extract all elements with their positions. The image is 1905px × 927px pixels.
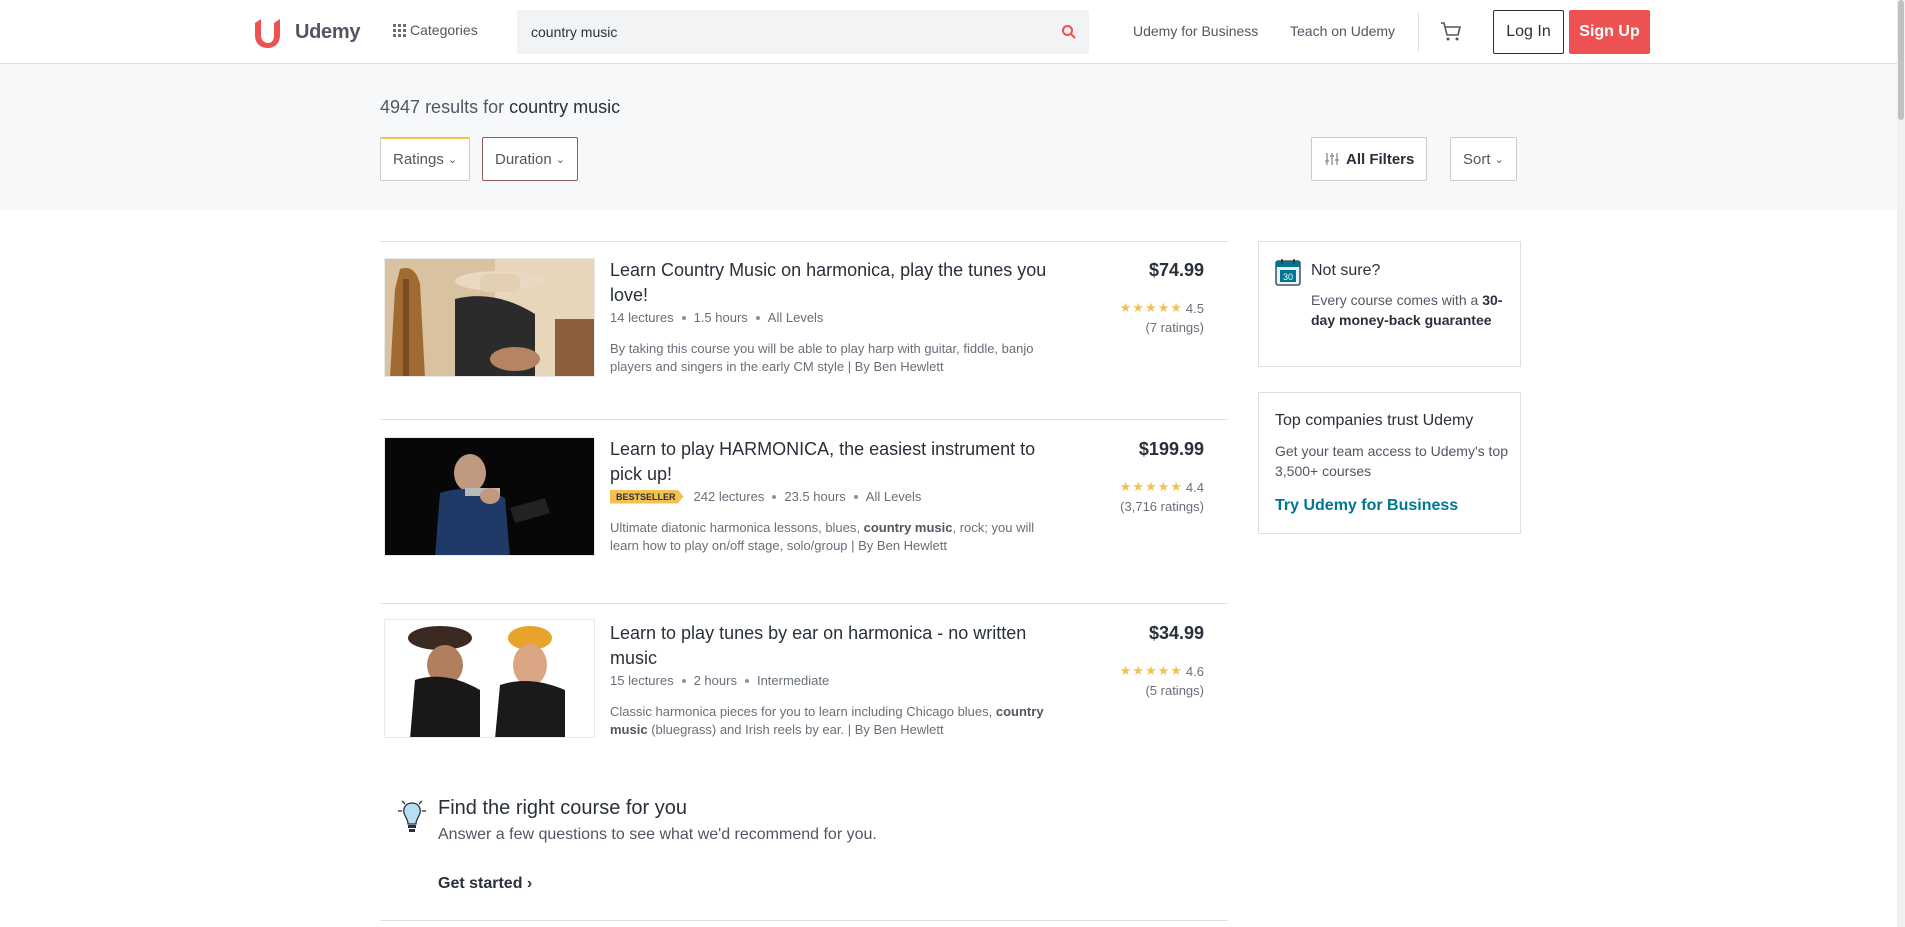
course-meta: 15 lectures 2 hours Intermediate <box>610 673 830 688</box>
calendar-number: 30 <box>1283 272 1293 282</box>
not-sure-title: Not sure? <box>1311 262 1381 279</box>
course-card[interactable]: Learn to play tunes by ear on harmonica … <box>380 605 1228 785</box>
sliders-icon <box>1325 153 1339 165</box>
course-price: $199.99 <box>1138 439 1204 459</box>
results-query: country music <box>509 97 621 117</box>
sort-button[interactable]: Sort ⌄ <box>1450 137 1517 181</box>
login-button[interactable]: Log In <box>1493 10 1564 54</box>
chevron-down-icon: ⌄ <box>555 153 565 166</box>
course-thumbnail[interactable] <box>384 437 595 556</box>
course-title[interactable]: Learn Country Music on harmonica, play t… <box>610 258 1060 308</box>
not-sure-text: Every course comes with a 30-day money-b… <box>1311 292 1503 328</box>
udemy-logo-icon <box>255 19 280 48</box>
bestseller-badge: BESTSELLER <box>610 489 684 504</box>
course-description: Ultimate diatonic harmonica lessons, blu… <box>610 520 1035 553</box>
course-description: By taking this course you will be able t… <box>610 341 1034 374</box>
course-thumbnail[interactable] <box>384 619 595 738</box>
course-title[interactable]: Learn to play tunes by ear on harmonica … <box>610 621 1060 671</box>
udemy-logo[interactable]: Udemy <box>251 14 361 50</box>
duration-filter-button[interactable]: Duration ⌄ <box>482 137 578 181</box>
course-price: $74.99 <box>1148 260 1204 280</box>
find-course-section: Find the right course for you Answer a f… <box>380 793 1228 921</box>
star-rating-icon: ★★★★★ <box>1119 300 1183 315</box>
search-input[interactable] <box>531 10 1031 54</box>
nav-udemy-for-business[interactable]: Udemy for Business <box>1133 23 1258 39</box>
logo-text: Udemy <box>295 20 361 43</box>
top-header: Udemy Categories Udemy for Business Teac… <box>0 0 1905 64</box>
lightbulb-icon <box>398 800 426 832</box>
star-rating-icon: ★★★★★ <box>1119 663 1183 678</box>
header-divider <box>1418 12 1419 52</box>
course-rating: ★★★★★ 4.5 <box>1119 300 1204 316</box>
results-header: 4947 results for country music Ratings ⌄ … <box>0 65 1905 210</box>
rating-count: (5 ratings) <box>1145 683 1204 698</box>
get-started-link[interactable]: Get started › <box>438 875 532 893</box>
all-filters-button[interactable]: All Filters <box>1311 137 1428 181</box>
chevron-down-icon: ⌄ <box>1494 153 1504 166</box>
categories-menu[interactable]: Categories <box>393 22 478 38</box>
signup-button[interactable]: Sign Up <box>1569 10 1650 54</box>
page-scrollbar[interactable] <box>1897 0 1905 927</box>
not-sure-card: 30 Not sure? Every course comes with a 3… <box>1258 241 1521 367</box>
course-thumbnail[interactable] <box>384 258 595 377</box>
find-course-title: Find the right course for you <box>438 797 688 819</box>
companies-text: Get your team access to Udemy's top 3,50… <box>1275 443 1508 479</box>
results-count: 4947 results for country music <box>380 97 621 117</box>
search-bar <box>517 10 1089 54</box>
cart-icon[interactable] <box>1439 20 1463 44</box>
course-title[interactable]: Learn to play HARMONICA, the easiest ins… <box>610 437 1060 487</box>
course-card[interactable]: Learn Country Music on harmonica, play t… <box>380 242 1228 420</box>
course-meta: BESTSELLER 242 lectures 23.5 hours All L… <box>610 489 921 504</box>
course-price: $34.99 <box>1148 623 1204 643</box>
ratings-filter-button[interactable]: Ratings ⌄ <box>380 137 471 181</box>
categories-label: Categories <box>410 22 478 38</box>
course-description: Classic harmonica pieces for you to lear… <box>610 704 1044 737</box>
rating-count: (3,716 ratings) <box>1120 499 1204 514</box>
companies-title: Top companies trust Udemy <box>1275 412 1474 429</box>
course-card[interactable]: Learn to play HARMONICA, the easiest ins… <box>380 421 1228 604</box>
course-rating: ★★★★★ 4.4 <box>1119 479 1204 495</box>
companies-card: Top companies trust Udemy Get your team … <box>1258 392 1521 534</box>
rating-count: (7 ratings) <box>1145 320 1204 335</box>
calendar-icon: 30 <box>1275 259 1301 286</box>
search-icon[interactable] <box>1061 24 1077 40</box>
star-rating-icon: ★★★★★ <box>1119 479 1183 494</box>
grid-icon <box>393 23 406 37</box>
course-meta: 14 lectures 1.5 hours All Levels <box>610 310 824 325</box>
try-udemy-business-link[interactable]: Try Udemy for Business <box>1275 497 1458 515</box>
nav-teach-on-udemy[interactable]: Teach on Udemy <box>1290 23 1395 39</box>
course-rating: ★★★★★ 4.6 <box>1119 663 1204 679</box>
chevron-down-icon: ⌄ <box>447 154 458 166</box>
find-course-subtitle: Answer a few questions to see what we'd … <box>438 826 877 843</box>
